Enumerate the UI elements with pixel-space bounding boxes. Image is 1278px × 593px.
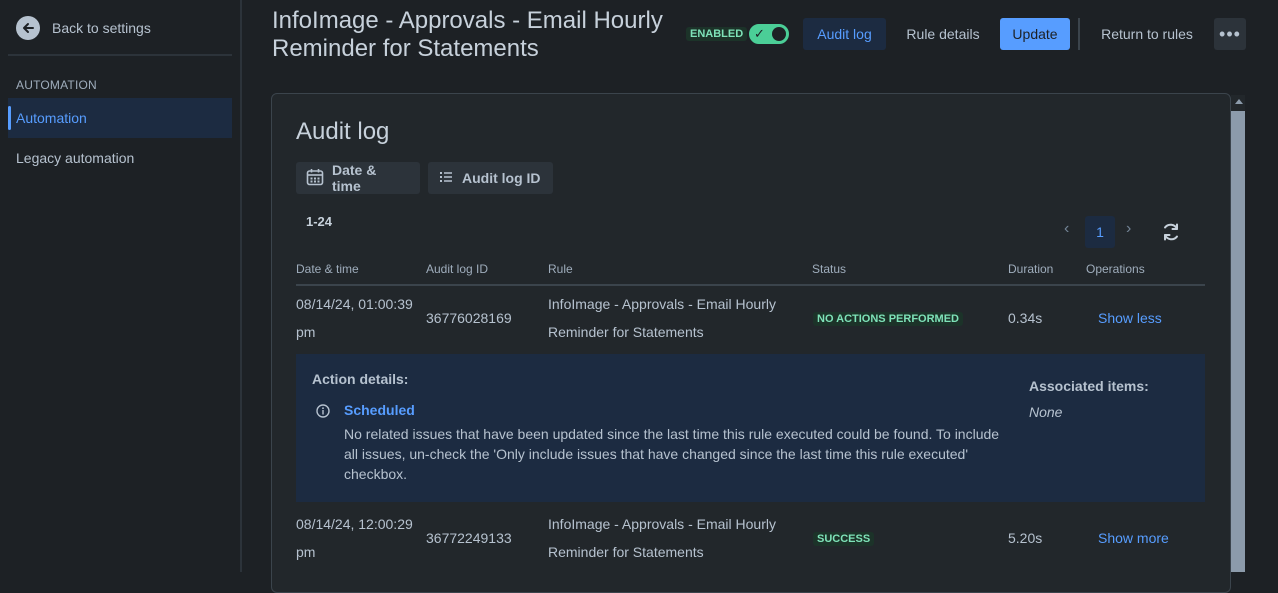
chevron-left-icon[interactable]: ‹ <box>1064 220 1069 238</box>
action-details-title: Action details: <box>312 371 409 387</box>
row-duration: 0.34s <box>1008 310 1043 326</box>
row-duration: 5.20s <box>1008 530 1043 546</box>
update-button[interactable]: Update <box>1000 18 1070 50</box>
row-date: 08/14/24, 01:00:39 pm <box>296 296 413 340</box>
audit-log-heading: Audit log <box>296 118 390 145</box>
table-header-divider <box>296 284 1205 286</box>
row-rule: InfoImage - Approvals - Email Hourly Remi… <box>548 296 776 340</box>
audit-log-id-filter-button[interactable]: Audit log ID <box>428 162 553 194</box>
list-icon <box>438 169 454 188</box>
rule-details-button[interactable]: Rule details <box>896 18 990 50</box>
toggle-knob <box>772 27 786 41</box>
column-header-audit-log-id: Audit log ID <box>426 262 489 276</box>
column-header-operations: Operations <box>1086 262 1145 276</box>
show-less-link[interactable]: Show less <box>1098 310 1162 326</box>
arrow-left-icon <box>16 16 40 40</box>
column-header-rule: Rule <box>548 262 573 276</box>
page-title: InfoImage - Approvals - Email Hourly Rem… <box>272 7 663 62</box>
calendar-icon <box>306 168 324 189</box>
status-lozenge: NO ACTIONS PERFORMED <box>813 312 963 326</box>
back-to-settings-link[interactable]: Back to settings <box>16 16 151 40</box>
page-1-button[interactable]: 1 <box>1085 216 1115 248</box>
sidebar-item-label: Legacy automation <box>16 150 135 166</box>
back-label: Back to settings <box>52 20 151 36</box>
return-to-rules-button[interactable]: Return to rules <box>1090 18 1204 50</box>
refresh-icon[interactable] <box>1160 221 1182 243</box>
date-time-filter-button[interactable]: Date & time <box>296 162 420 194</box>
enabled-toggle[interactable]: ✓ <box>749 24 789 44</box>
action-message: No related issues that have been updated… <box>344 426 1000 482</box>
associated-items-value: None <box>1029 404 1063 420</box>
more-options-button[interactable]: ••• <box>1214 18 1246 50</box>
scrollbar-thumb[interactable] <box>1231 111 1245 572</box>
date-time-filter-label: Date & time <box>332 162 377 194</box>
sidebar-item-automation[interactable]: Automation <box>8 98 232 138</box>
action-name: Scheduled <box>344 402 415 418</box>
status-lozenge: SUCCESS <box>813 532 875 546</box>
result-range: 1-24 <box>306 214 333 229</box>
more-icon: ••• <box>1219 23 1241 44</box>
row-audit-id: 36776028169 <box>426 310 512 326</box>
scroll-up-arrow-icon[interactable] <box>1235 99 1243 104</box>
sidebar-divider <box>8 54 232 56</box>
row-rule: InfoImage - Approvals - Email Hourly Remi… <box>548 516 776 560</box>
info-icon <box>316 404 330 418</box>
column-header-date-time: Date & time <box>296 262 359 276</box>
sidebar-item-legacy-automation[interactable]: Legacy automation <box>8 138 232 178</box>
column-header-status: Status <box>812 262 847 276</box>
sidebar-item-label: Automation <box>16 110 87 126</box>
column-header-duration: Duration <box>1008 262 1054 276</box>
header-divider <box>1078 18 1080 50</box>
row-audit-id: 36772249133 <box>426 530 512 546</box>
sidebar: Back to settings AUTOMATION Automation L… <box>0 0 242 572</box>
audit-log-id-filter-label: Audit log ID <box>462 170 541 186</box>
status-badge: ENABLED <box>686 27 748 41</box>
audit-log-button[interactable]: Audit log <box>803 18 886 50</box>
check-icon: ✓ <box>754 26 765 41</box>
associated-items-label: Associated items: <box>1029 378 1149 394</box>
row-date: 08/14/24, 12:00:29 pm <box>296 516 413 560</box>
chevron-right-icon[interactable]: › <box>1126 220 1131 238</box>
sidebar-section-heading: AUTOMATION <box>16 78 97 92</box>
show-more-link[interactable]: Show more <box>1098 530 1169 546</box>
